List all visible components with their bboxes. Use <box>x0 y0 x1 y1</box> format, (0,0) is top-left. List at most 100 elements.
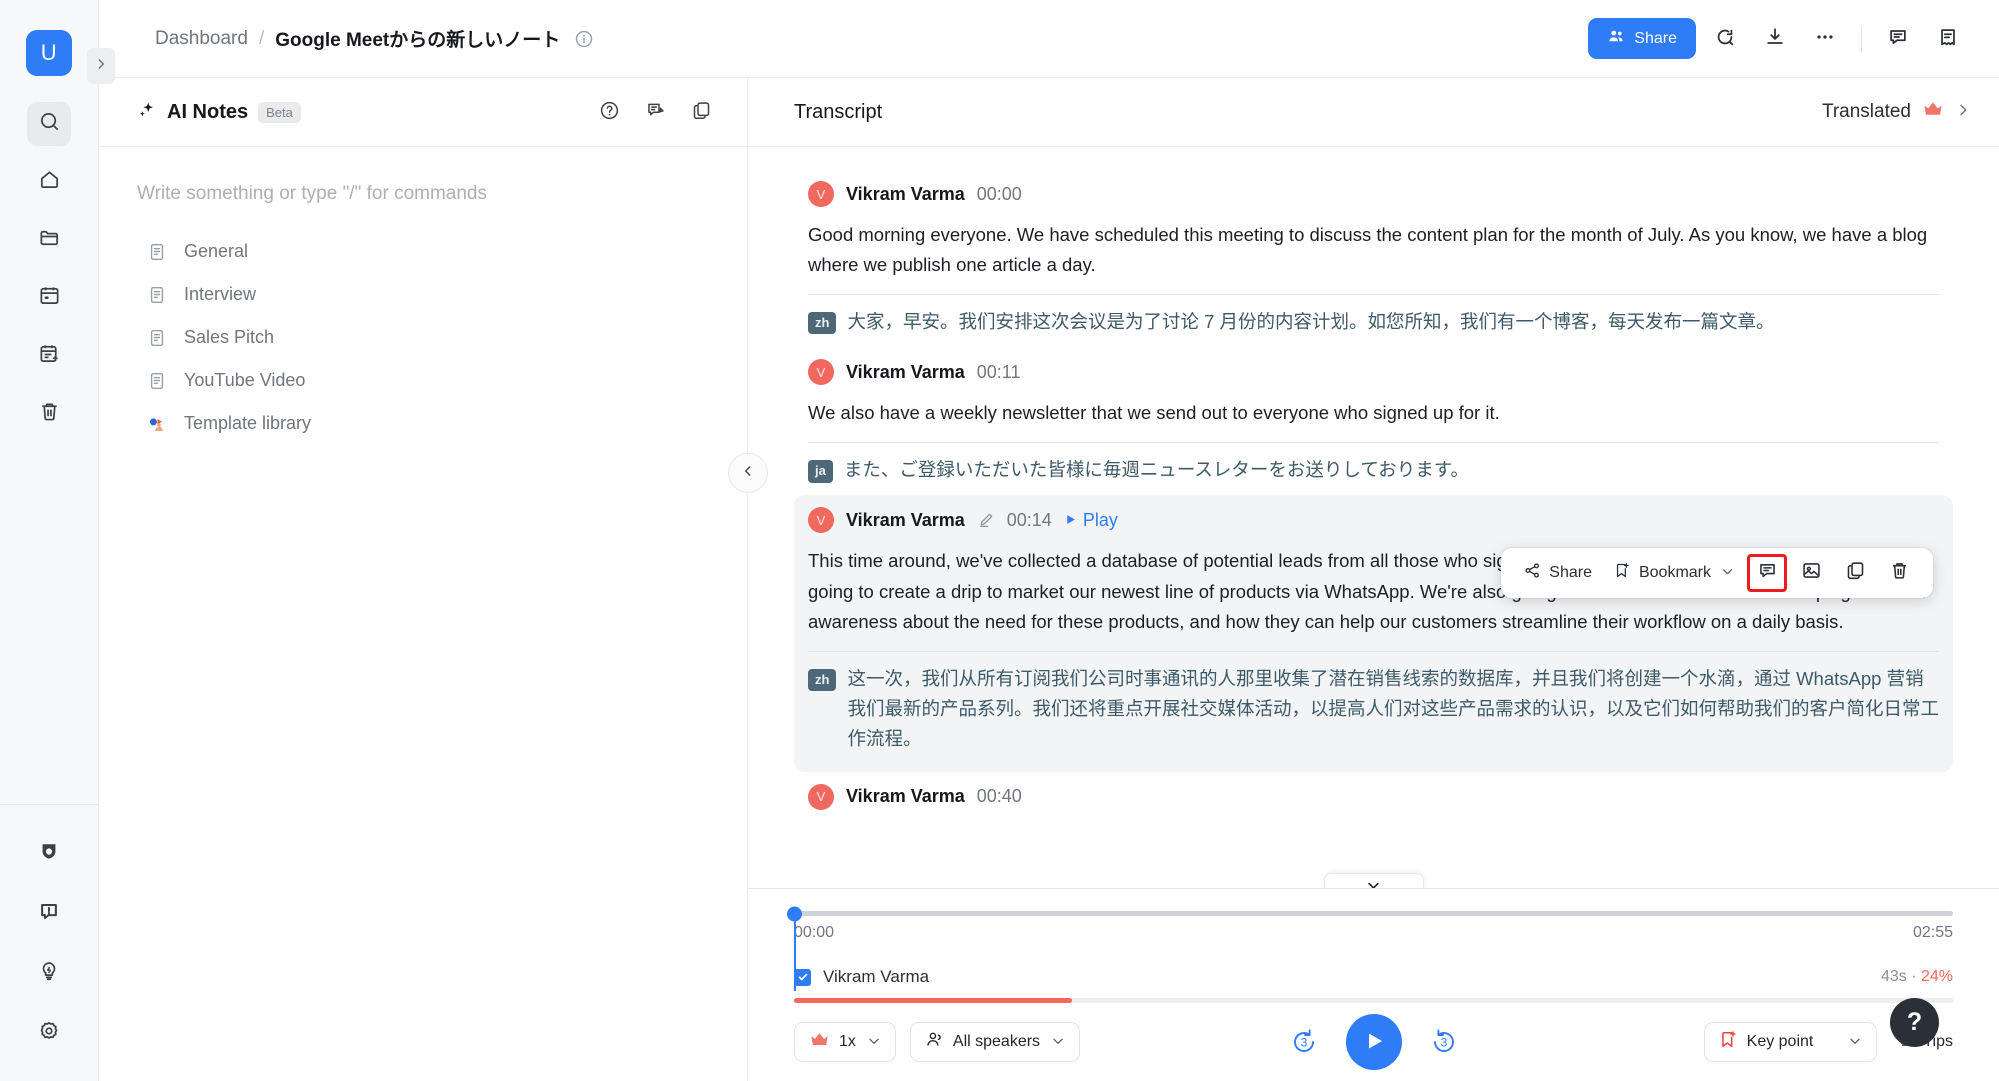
search-button[interactable] <box>1704 18 1746 60</box>
toolbar-share-label: Share <box>1549 564 1592 581</box>
template-item-general[interactable]: General <box>147 235 709 268</box>
scroll-down-button[interactable] <box>1324 874 1423 888</box>
speaker-name[interactable]: Vikram Varma <box>846 184 965 205</box>
entry-header: V Vikram Varma 00:11 <box>808 359 1939 386</box>
rail-item-home[interactable] <box>27 160 71 204</box>
template-item-sales-pitch[interactable]: Sales Pitch <box>147 321 709 354</box>
translated-selector[interactable]: Translated <box>1822 100 1971 124</box>
chevron-down-icon <box>1051 1034 1065 1051</box>
info-icon[interactable] <box>574 29 594 49</box>
collapse-notes-panel-button[interactable] <box>728 453 768 493</box>
rail-item-search[interactable] <box>27 102 71 146</box>
search-icon <box>38 110 61 138</box>
share-icon <box>1524 562 1541 584</box>
timestamp[interactable]: 00:40 <box>977 786 1022 807</box>
notes-panel-button[interactable] <box>1927 18 1969 60</box>
rail-item-settings[interactable] <box>27 1011 71 1055</box>
current-time: 00:00 <box>794 924 835 941</box>
document-icon <box>147 371 167 391</box>
comments-button[interactable] <box>1877 18 1919 60</box>
chevron-down-icon <box>1848 1034 1862 1051</box>
rail-item-calendar-note[interactable] <box>27 334 71 378</box>
ai-notes-body: Write something or type "/" for commands… <box>99 147 747 1081</box>
skip-backward-seconds: 3 <box>1300 1036 1307 1050</box>
entry-header: V Vikram Varma 00:00 <box>808 181 1939 207</box>
feedback-button[interactable] <box>637 94 673 130</box>
beta-badge: Beta <box>258 101 301 123</box>
language-badge: ja <box>808 460 833 483</box>
folder-icon <box>38 226 61 254</box>
rail-item-folder[interactable] <box>27 218 71 262</box>
speaker-filter-selector[interactable]: All speakers <box>909 1022 1081 1062</box>
skip-backward-button[interactable]: 3 <box>1288 1026 1320 1058</box>
download-button[interactable] <box>1754 18 1796 60</box>
more-options-button[interactable] <box>1804 18 1846 60</box>
notes-editor-placeholder[interactable]: Write something or type "/" for commands <box>137 183 709 205</box>
skip-forward-button[interactable]: 3 <box>1428 1026 1460 1058</box>
document-icon <box>147 328 167 348</box>
home-icon <box>38 168 61 196</box>
play-button[interactable] <box>1345 1014 1402 1070</box>
toolbar-delete-button[interactable] <box>1879 554 1919 592</box>
rail-item-security[interactable] <box>27 831 71 875</box>
toolbar-bookmark-button[interactable]: Bookmark <box>1605 554 1743 592</box>
rail-item-trash[interactable] <box>27 392 71 436</box>
template-label: Template library <box>184 413 312 433</box>
ai-notes-title-group: AI Notes Beta <box>137 100 301 125</box>
download-icon <box>1764 26 1786 51</box>
rail-item-calendar[interactable] <box>27 276 71 320</box>
translation-text[interactable]: 这一次，我们从所有订阅我们公司时事通讯的人那里收集了潜在销售线索的数据库，并且我… <box>847 664 1939 754</box>
rail-item-idea[interactable] <box>27 951 71 995</box>
translation-text[interactable]: また、ご登録いただいた皆様に毎週ニュースレターをお送りしております。 <box>844 455 1469 485</box>
comment-icon <box>1887 26 1909 51</box>
speaker-name[interactable]: Vikram Varma <box>846 786 965 807</box>
translation-text[interactable]: 大家，早安。我们安排这次会议是为了讨论 7 月份的内容计划。如您所知，我们有一个… <box>847 307 1774 337</box>
playback-speed-selector[interactable]: 1x <box>794 1022 896 1062</box>
template-item-interview[interactable]: Interview <box>147 278 709 311</box>
trash-icon <box>38 400 61 428</box>
speaker-name[interactable]: Vikram Varma <box>846 510 965 531</box>
entry-divider <box>808 442 1939 444</box>
help-floating-button[interactable]: ? <box>1890 998 1939 1047</box>
key-point-selector[interactable]: Key point <box>1703 1022 1878 1062</box>
breadcrumb-dashboard[interactable]: Dashboard <box>155 28 248 50</box>
speaker-checkbox[interactable] <box>794 968 811 986</box>
copy-button[interactable] <box>683 94 719 130</box>
speaker-track-row: Vikram Varma 43s · 24% <box>794 967 1953 987</box>
transcript-scroll-area[interactable]: V Vikram Varma 00:00 Good morning everyo… <box>748 147 1999 888</box>
template-item-template-library[interactable]: Template library <box>147 407 709 440</box>
entry-text[interactable]: We also have a weekly newsletter that we… <box>808 398 1939 442</box>
transcript-panel: Transcript Translated V Vikram Varma 00:… <box>728 78 1999 1081</box>
breadcrumb-current[interactable]: Google Meetからの新しいノート <box>275 25 560 52</box>
toolbar-share-button[interactable]: Share <box>1515 554 1601 592</box>
main-area: Dashboard / Google Meetからの新しいノート Share A… <box>99 0 1999 1081</box>
help-button[interactable] <box>591 94 627 130</box>
edit-speaker-icon[interactable] <box>977 511 995 529</box>
template-item-youtube-video[interactable]: YouTube Video <box>147 364 709 397</box>
toolbar-comment-button[interactable] <box>1747 554 1787 592</box>
playhead-line <box>794 913 796 991</box>
speaker-filter-label: All speakers <box>952 1033 1041 1050</box>
timestamp[interactable]: 00:11 <box>977 362 1021 383</box>
toolbar-screenshot-button[interactable] <box>1791 554 1831 592</box>
transcript-header: Transcript Translated <box>748 78 1999 147</box>
seek-bar[interactable] <box>787 906 1953 921</box>
rail-item-announcement[interactable] <box>27 891 71 935</box>
play-segment-button[interactable]: Play <box>1064 510 1118 531</box>
playback-speed-label: 1x <box>839 1033 856 1050</box>
timestamp[interactable]: 00:00 <box>977 184 1022 205</box>
app-root: U Dashboard / Google Meetからの新しいノート Share… <box>0 0 1999 1081</box>
timestamp[interactable]: 00:14 <box>1007 510 1052 531</box>
toolbar-copy-button[interactable] <box>1835 554 1875 592</box>
chevron-left-icon <box>741 464 755 483</box>
speaker-name[interactable]: Vikram Varma <box>846 362 965 383</box>
bookmark-add-icon <box>1614 562 1631 584</box>
app-logo[interactable]: U <box>26 30 72 76</box>
expand-sidebar-button[interactable] <box>87 48 115 84</box>
share-button[interactable]: Share <box>1588 18 1696 59</box>
entry-text[interactable]: Good morning everyone. We have scheduled… <box>808 220 1939 294</box>
left-rail: U <box>0 0 115 1081</box>
transcript-entry-active: V Vikram Varma 00:14 Play This time arou… <box>794 495 1953 772</box>
content-body: AI Notes Beta Write something or type "/… <box>99 78 1999 1081</box>
top-bar: Dashboard / Google Meetからの新しいノート Share <box>99 0 1999 78</box>
